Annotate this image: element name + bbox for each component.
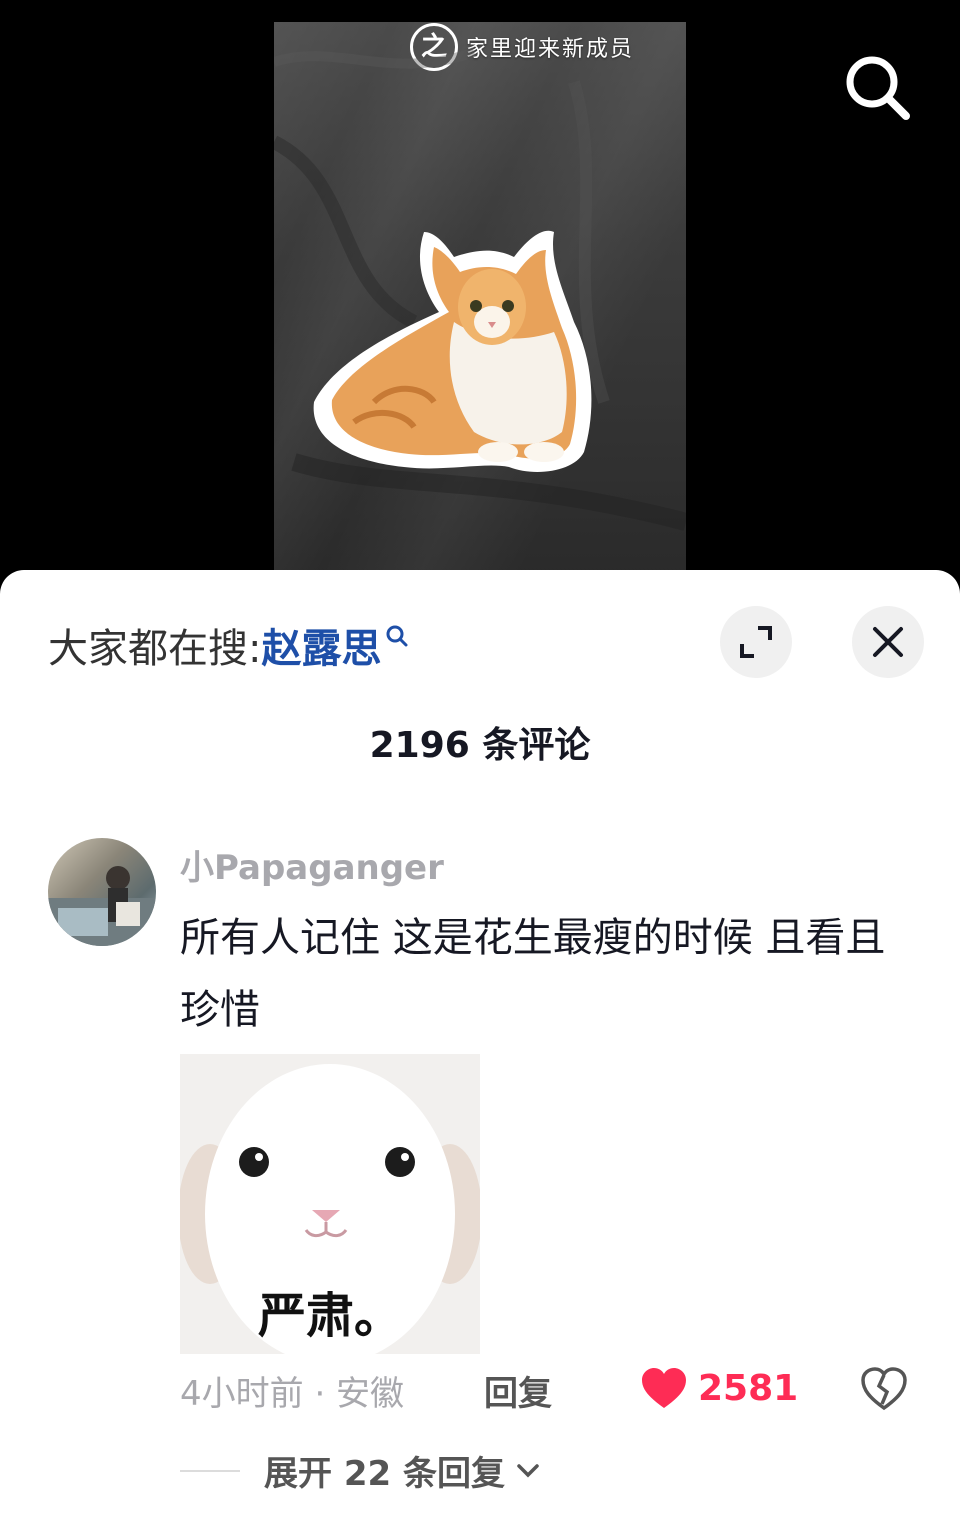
video-player[interactable]: 之 家里迎来新成员 xyxy=(0,0,960,600)
comment-text: 所有人记住 这是花生最瘦的时候 且看且珍惜 xyxy=(180,915,886,1033)
expand-button[interactable] xyxy=(720,606,792,678)
trending-prefix: 大家都在搜: xyxy=(48,626,262,672)
avatar[interactable] xyxy=(48,838,156,946)
expand-replies-button[interactable]: 展开 22 条回复 xyxy=(180,1446,543,1495)
comment-meta: 4小时前 · 安徽 xyxy=(180,1374,405,1414)
avatar-image xyxy=(48,866,156,946)
search-icon xyxy=(846,56,910,120)
sticker-caption: 严肃。 xyxy=(257,1288,402,1344)
chevron-down-icon xyxy=(517,1463,539,1477)
trending-search[interactable]: 大家都在搜: 赵露思 xyxy=(48,616,409,674)
reply-button[interactable]: 回复 xyxy=(484,1366,552,1415)
small-search-icon xyxy=(386,625,408,647)
trending-keyword[interactable]: 赵露思 xyxy=(261,616,381,674)
expand-icon xyxy=(740,626,772,658)
dislike-icon xyxy=(861,1367,907,1411)
video-frame[interactable]: 之 家里迎来新成员 xyxy=(274,22,686,582)
comment-sheet: 大家都在搜: 赵露思 2196 条评论 小Papaganger 所有人记住 这是… xyxy=(0,570,960,1534)
like-count: 2581 xyxy=(698,1367,799,1409)
heart-icon xyxy=(642,1368,686,1408)
close-button[interactable] xyxy=(852,606,924,678)
divider-line xyxy=(180,1469,240,1472)
comment-sticker[interactable]: 严肃。 xyxy=(180,1054,480,1354)
close-icon xyxy=(873,627,903,657)
comment-count-title: 2196 条评论 xyxy=(369,725,591,766)
search-button[interactable] xyxy=(842,52,912,122)
dislike-button[interactable] xyxy=(860,1366,908,1416)
kitten-image xyxy=(274,47,686,531)
expand-replies-label: 展开 22 条回复 xyxy=(264,1454,505,1494)
username[interactable]: 小Papaganger xyxy=(180,840,444,889)
like-button[interactable]: 2581 xyxy=(640,1366,798,1410)
